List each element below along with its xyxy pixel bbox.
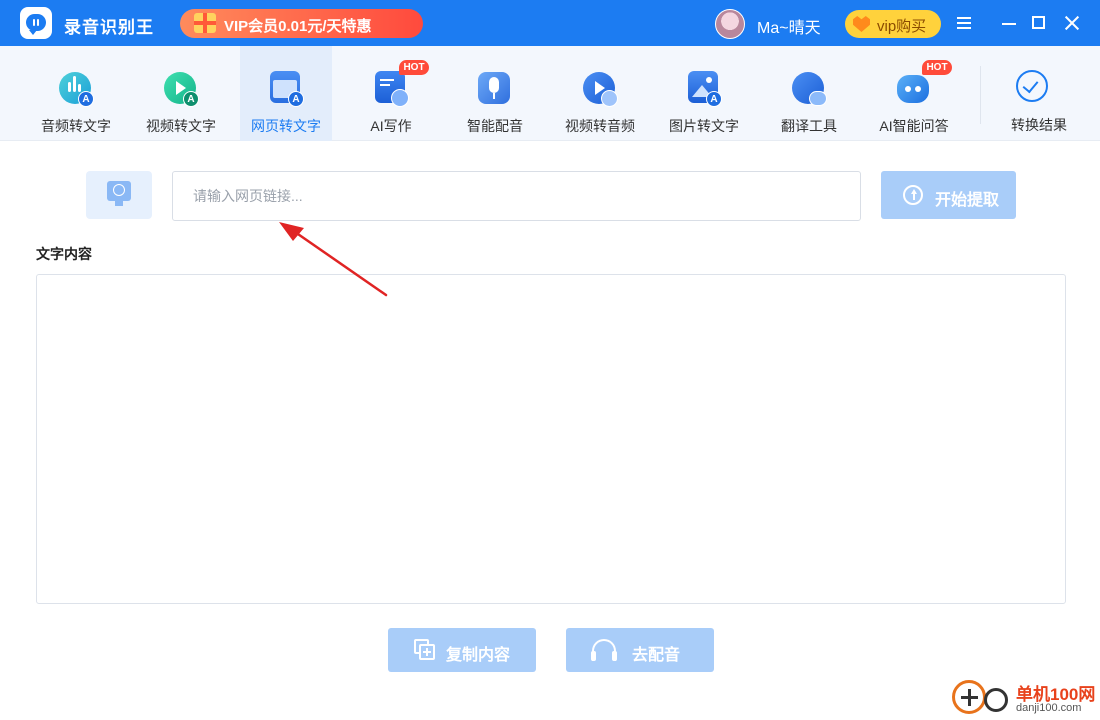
translate-icon xyxy=(789,69,827,107)
headphones-icon xyxy=(591,639,617,661)
danji-logo-icon xyxy=(952,680,986,714)
tab-smart-dubbing[interactable]: 智能配音 xyxy=(449,46,541,141)
copy-content-button[interactable]: 复制内容 xyxy=(388,628,536,672)
image-to-text-icon: A xyxy=(684,69,722,107)
tab-label: AI智能问答 xyxy=(879,118,949,134)
tab-audio-to-text[interactable]: A 音频转文字 xyxy=(30,46,122,141)
upload-icon xyxy=(903,185,923,205)
tab-webpage-to-text[interactable]: A 网页转文字 xyxy=(240,46,332,141)
vip-promo-text: VIP会员0.01元/天特惠 xyxy=(224,18,372,35)
go-dubbing-button[interactable]: 去配音 xyxy=(566,628,714,672)
tab-label: 音频转文字 xyxy=(41,118,111,134)
url-input[interactable] xyxy=(172,171,861,221)
tab-label: 视频转音频 xyxy=(565,118,635,134)
vip-buy-label: vip购买 xyxy=(877,18,927,35)
globe-icon xyxy=(113,184,125,196)
webpage-to-text-icon: A xyxy=(266,69,304,107)
app-title: 录音识别王 xyxy=(64,18,154,37)
tab-label: 翻译工具 xyxy=(781,118,837,134)
diamond-icon xyxy=(853,16,870,32)
webpage-icon-box xyxy=(86,171,152,219)
title-bar: 录音识别王 VIP会员0.01元/天特惠 Ma~晴天 vip购买 xyxy=(0,0,1100,46)
tab-label: 图片转文字 xyxy=(669,118,739,134)
tab-label: 转换结果 xyxy=(1011,117,1067,133)
video-to-audio-icon xyxy=(580,69,618,107)
audio-to-text-icon: A xyxy=(56,69,94,107)
maximize-icon[interactable] xyxy=(1028,12,1050,34)
tab-label: 智能配音 xyxy=(467,118,523,134)
go-dubbing-label: 去配音 xyxy=(632,647,681,664)
hot-badge: HOT xyxy=(922,60,952,75)
username[interactable]: Ma~晴天 xyxy=(757,14,821,38)
check-circle-icon xyxy=(1016,70,1048,102)
avatar[interactable] xyxy=(715,9,745,39)
tab-label: 网页转文字 xyxy=(251,118,321,134)
watermark-logo: 单机100网 danji100.com xyxy=(950,676,1100,720)
close-icon[interactable] xyxy=(1061,12,1083,34)
text-content-label: 文字内容 xyxy=(36,246,92,262)
tab-video-to-text[interactable]: A 视频转文字 xyxy=(135,46,227,141)
danji-logo-ring-icon xyxy=(984,688,1008,712)
tab-ai-qa[interactable]: HOT AI智能问答 xyxy=(868,46,960,141)
copy-content-label: 复制内容 xyxy=(446,647,511,664)
smart-dubbing-icon xyxy=(475,69,513,107)
vip-promo-banner[interactable]: VIP会员0.01元/天特惠 xyxy=(180,9,423,38)
gift-icon xyxy=(194,13,216,33)
watermark-url: danji100.com xyxy=(1016,702,1082,714)
start-extract-label: 开始提取 xyxy=(935,192,1000,209)
minimize-icon[interactable] xyxy=(998,12,1020,34)
tab-translate[interactable]: 翻译工具 xyxy=(763,46,855,141)
hot-badge: HOT xyxy=(399,60,429,75)
tab-ai-writing[interactable]: HOT AI写作 xyxy=(345,46,437,141)
text-content-area[interactable] xyxy=(36,274,1066,604)
tab-label: 视频转文字 xyxy=(146,118,216,134)
menu-icon[interactable] xyxy=(953,12,975,34)
start-extract-button[interactable]: 开始提取 xyxy=(881,171,1016,219)
vip-buy-button[interactable]: vip购买 xyxy=(845,10,941,38)
video-to-text-icon: A xyxy=(161,69,199,107)
tab-label: AI写作 xyxy=(370,118,412,134)
feature-toolbar: A 音频转文字 A 视频转文字 A 网页转文字 HOT AI写作 智能配音 视频… xyxy=(0,46,1100,141)
tab-conversion-results[interactable]: 转换结果 xyxy=(993,46,1085,141)
tab-video-to-audio[interactable]: 视频转音频 xyxy=(554,46,646,141)
app-logo-icon xyxy=(20,7,52,39)
toolbar-divider xyxy=(980,66,981,124)
tab-image-to-text[interactable]: A 图片转文字 xyxy=(658,46,750,141)
copy-icon xyxy=(414,639,436,661)
